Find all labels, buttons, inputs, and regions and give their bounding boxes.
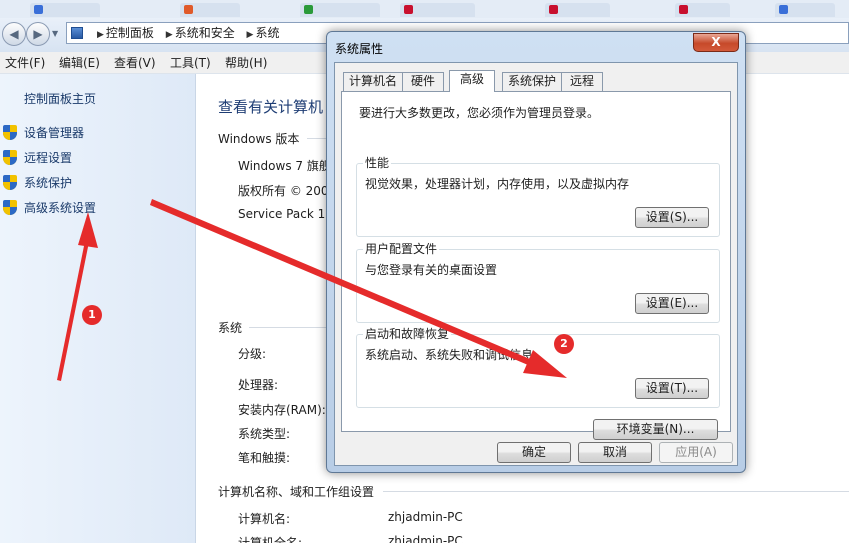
windows-edition-value: Windows 7 旗舰 (238, 159, 331, 173)
forward-button[interactable]: ▶ (26, 22, 50, 46)
performance-title: 性能 (363, 156, 392, 170)
divider (249, 327, 327, 328)
system-type-label: 系统类型: (238, 427, 291, 441)
cancel-button[interactable]: 取消 (578, 442, 652, 463)
background-tab[interactable] (400, 3, 475, 17)
processor-label: 处理器: (238, 378, 279, 392)
pen-touch-label: 笔和触摸: (238, 451, 291, 465)
breadcrumb-separator-icon: ▶ (97, 30, 104, 40)
sidebar-item-system-protection[interactable]: 系统保护 (3, 174, 72, 192)
user-profiles-desc: 与您登录有关的桌面设置 (365, 263, 498, 277)
divider (307, 138, 327, 139)
step-badge-1: 1 (82, 305, 102, 325)
background-tab[interactable] (180, 3, 240, 17)
sidebar-item-label: 远程设置 (24, 151, 73, 165)
ok-button[interactable]: 确定 (497, 442, 571, 463)
advanced-tab-panel: 要进行大多数更改，您必须作为管理员登录。 性能 视觉效果，处理器计划，内存使用，… (341, 91, 731, 440)
shield-icon (3, 125, 17, 140)
computer-name-value: zhjadmin-PC (388, 510, 463, 524)
browser-tab-strip (0, 0, 849, 18)
control-panel-icon (71, 27, 83, 39)
startup-recovery-desc: 系统启动、系统失败和调试信息 (365, 348, 534, 362)
startup-recovery-settings-button[interactable]: 设置(T)... (635, 378, 709, 399)
environment-variables-button[interactable]: 环境变量(N)... (593, 419, 718, 440)
dialog-body: 计算机名 硬件 高级 系统保护 远程 要进行大多数更改，您必须作为管理员登录。 … (334, 62, 738, 466)
background-tab[interactable] (675, 3, 730, 17)
menu-edit[interactable]: 编辑(E) (59, 55, 100, 71)
tab-computer-name[interactable]: 计算机名 (343, 72, 403, 91)
rating-label: 分级: (238, 347, 267, 361)
performance-settings-button[interactable]: 设置(S)... (635, 207, 709, 228)
copyright-text: 版权所有 © 200 (238, 184, 329, 198)
system-heading: 系统 (218, 321, 243, 335)
sidebar-item-label: 高级系统设置 (24, 201, 97, 215)
breadcrumb-system[interactable]: 系统 (255, 26, 279, 40)
sidebar-home-link[interactable]: 控制面板主页 (24, 90, 96, 107)
performance-group: 性能 视觉效果，处理器计划，内存使用，以及虚拟内存 设置(S)... (356, 156, 720, 237)
windows-edition-heading: Windows 版本 (218, 132, 300, 146)
back-button[interactable]: ◀ (2, 22, 26, 46)
sidebar-item-advanced-settings[interactable]: 高级系统设置 (3, 199, 96, 217)
shield-icon (3, 200, 17, 215)
startup-recovery-group: 启动和故障恢复 系统启动、系统失败和调试信息 设置(T)... (356, 327, 720, 408)
computer-name-heading: 计算机名称、域和工作组设置 (218, 485, 375, 499)
step-badge-2: 2 (554, 334, 574, 354)
back-arrow-icon: ◀ (9, 27, 19, 41)
background-tab[interactable] (545, 3, 610, 17)
breadcrumb-system-security[interactable]: 系统和安全 (175, 26, 235, 40)
user-profiles-settings-button[interactable]: 设置(E)... (635, 293, 709, 314)
sidebar-item-label: 系统保护 (24, 176, 73, 190)
menu-file[interactable]: 文件(F) (5, 55, 45, 71)
shield-icon (3, 175, 17, 190)
background-tab[interactable] (775, 3, 835, 17)
tab-advanced[interactable]: 高级 (449, 70, 495, 92)
close-icon: X (711, 35, 721, 49)
tab-hardware[interactable]: 硬件 (402, 72, 444, 91)
divider (383, 491, 849, 492)
apply-button[interactable]: 应用(A) (659, 442, 733, 463)
forward-arrow-icon: ▶ (33, 27, 43, 41)
dialog-title: 系统属性 (335, 42, 384, 56)
memory-label: 安装内存(RAM): (238, 403, 326, 417)
sidebar-item-remote-settings[interactable]: 远程设置 (3, 149, 72, 167)
menu-view[interactable]: 查看(V) (114, 55, 156, 71)
background-tab[interactable] (30, 3, 100, 17)
page-title: 查看有关计算机 (218, 98, 324, 116)
computer-name-label: 计算机名: (238, 512, 291, 526)
menu-help[interactable]: 帮助(H) (225, 55, 267, 71)
shield-icon (3, 150, 17, 165)
sidebar-item-device-manager[interactable]: 设备管理器 (3, 124, 84, 142)
full-computer-name-value: zhjadmin-PC (388, 534, 463, 543)
full-computer-name-label: 计算机全名: (238, 536, 303, 543)
breadcrumb-separator-icon: ▶ (165, 30, 173, 40)
admin-note: 要进行大多数更改，您必须作为管理员登录。 (359, 106, 600, 120)
tab-system-protection[interactable]: 系统保护 (502, 72, 562, 91)
tab-remote[interactable]: 远程 (561, 72, 603, 91)
performance-desc: 视觉效果，处理器计划，内存使用，以及虚拟内存 (365, 177, 630, 191)
history-dropdown-icon[interactable]: ▼ (52, 29, 61, 38)
startup-recovery-title: 启动和故障恢复 (363, 327, 452, 341)
breadcrumb-control-panel[interactable]: 控制面板 (106, 26, 154, 40)
sidebar-item-label: 设备管理器 (24, 126, 85, 140)
background-tab[interactable] (300, 3, 380, 17)
close-button[interactable]: X (693, 33, 739, 52)
user-profiles-title: 用户配置文件 (363, 242, 440, 256)
system-properties-dialog: 系统属性 X 计算机名 硬件 高级 系统保护 远程 要进行大多数更改，您必须作为… (326, 31, 746, 473)
breadcrumb-separator-icon: ▶ (246, 30, 254, 40)
menu-tools[interactable]: 工具(T) (170, 55, 211, 71)
service-pack-value: Service Pack 1 (238, 207, 326, 221)
user-profiles-group: 用户配置文件 与您登录有关的桌面设置 设置(E)... (356, 242, 720, 323)
